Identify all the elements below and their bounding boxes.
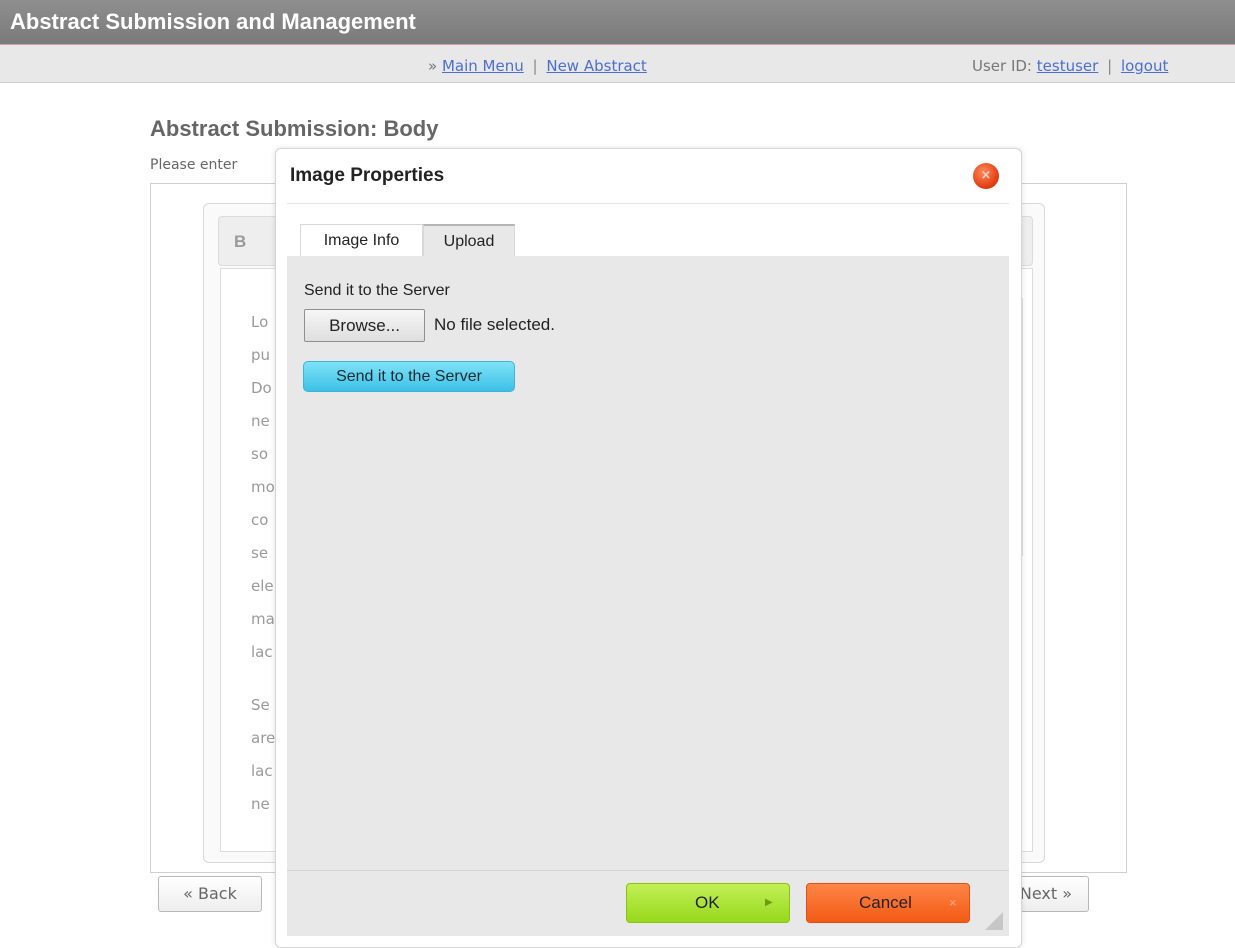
user-id-label: User ID: — [972, 57, 1032, 75]
editor-text-line: mo — [251, 478, 275, 496]
editor-text-line: Do — [251, 379, 272, 397]
back-button[interactable]: « Back — [158, 876, 262, 912]
editor-text-line: lac — [251, 643, 273, 661]
user-id-link[interactable]: testuser — [1037, 57, 1099, 75]
editor-text-line: se — [251, 544, 269, 562]
editor-text-line: pu — [251, 346, 271, 364]
file-status: No file selected. — [434, 315, 555, 334]
nav-separator: | — [532, 57, 538, 75]
upload-panel — [287, 256, 1009, 870]
cancel-button-label: Cancel — [859, 893, 912, 912]
dialog-title-divider — [287, 203, 1009, 204]
main-menu-link[interactable]: Main Menu — [442, 57, 524, 75]
editor-text-line: ele — [251, 577, 274, 595]
app-header: Abstract Submission and Management — [0, 0, 1235, 45]
editor-text-line: ne — [251, 412, 270, 430]
editor-text-line: lac — [251, 762, 273, 780]
nav-chevron: » — [428, 57, 438, 75]
new-abstract-link[interactable]: New Abstract — [546, 57, 646, 75]
close-icon[interactable]: × — [973, 163, 999, 189]
ok-button[interactable]: OK ▶ — [626, 883, 790, 923]
page-title: Abstract Submission: Body — [150, 116, 439, 141]
editor-text-line: are — [251, 729, 276, 747]
tab-upload[interactable]: Upload — [423, 224, 515, 256]
tab-image-info[interactable]: Image Info — [300, 224, 423, 256]
editor-text-line: ne — [251, 795, 270, 813]
send-to-server-button[interactable]: Send it to the Server — [303, 361, 515, 392]
editor-text-line: Lo — [251, 313, 269, 331]
editor-text-line: so — [251, 445, 268, 463]
resize-grip-icon[interactable] — [985, 912, 1003, 930]
app-title: Abstract Submission and Management — [10, 9, 416, 34]
arrow-right-icon: ▶ — [765, 897, 773, 908]
page-instruction: Please enter — [150, 157, 238, 173]
nav-links: » Main Menu | New Abstract — [428, 57, 647, 75]
browse-button[interactable]: Browse... — [304, 309, 425, 342]
upload-label: Send it to the Server — [304, 282, 450, 299]
editor-text-line: co — [251, 511, 269, 529]
user-info: User ID: testuser | logout — [972, 57, 1168, 75]
user-separator: | — [1107, 57, 1113, 75]
logout-link[interactable]: logout — [1121, 57, 1168, 75]
ok-button-label: OK — [695, 893, 720, 912]
dialog-title: Image Properties — [290, 165, 445, 186]
editor-text-line: Se — [251, 696, 270, 714]
nav-bar: » Main Menu | New Abstract User ID: test… — [0, 45, 1235, 83]
bold-button[interactable]: B — [234, 232, 246, 252]
cancel-button[interactable]: Cancel × — [806, 883, 970, 923]
close-x-icon: × — [949, 895, 957, 910]
editor-text-line: ma — [251, 610, 275, 628]
